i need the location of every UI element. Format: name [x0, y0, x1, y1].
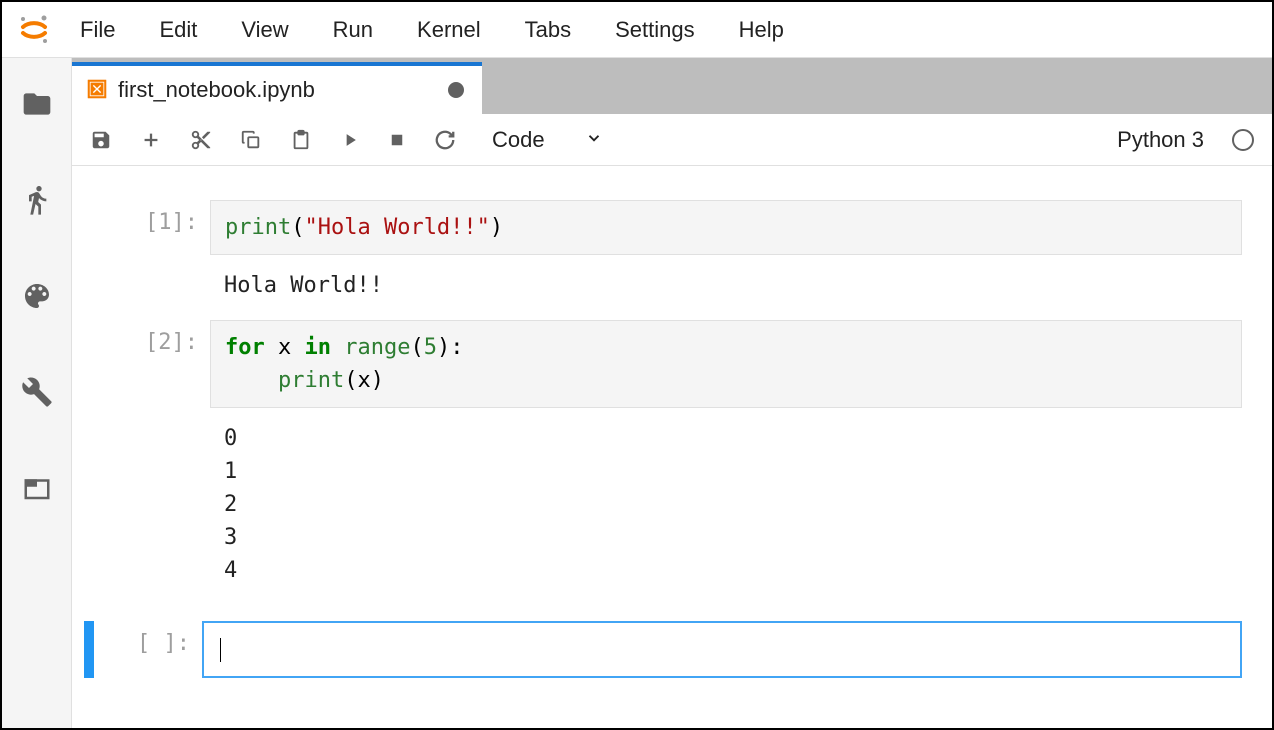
menu-file[interactable]: File — [58, 2, 137, 57]
save-icon[interactable] — [90, 129, 112, 151]
notebook-tab[interactable]: first_notebook.ipynb — [72, 62, 482, 114]
palette-icon[interactable] — [19, 278, 55, 314]
cut-icon[interactable] — [190, 129, 212, 151]
tab-title: first_notebook.ipynb — [118, 77, 438, 103]
kernel-status-icon[interactable] — [1232, 129, 1254, 151]
menu-run[interactable]: Run — [311, 2, 395, 57]
celltype-label: Code — [492, 127, 545, 153]
code-input[interactable] — [202, 621, 1242, 678]
menu-help[interactable]: Help — [717, 2, 806, 57]
text-cursor — [220, 638, 221, 662]
content-area: first_notebook.ipynb — [72, 58, 1272, 728]
cell-prompt: [ ]: — [102, 621, 202, 678]
code-input[interactable]: print("Hola World!!") — [210, 200, 1242, 255]
code-input[interactable]: for x in range(5): print(x) — [210, 320, 1242, 408]
menu-kernel[interactable]: Kernel — [395, 2, 503, 57]
cell-body: for x in range(5): print(x)0 1 2 3 4 — [210, 320, 1242, 593]
kernel-name[interactable]: Python 3 — [1117, 127, 1204, 153]
cell-output: Hola World!! — [210, 255, 1242, 308]
cell-prompt: [1]: — [110, 200, 210, 308]
chevron-down-icon — [585, 127, 603, 153]
cell-output: 0 1 2 3 4 — [210, 408, 1242, 593]
folder-icon[interactable] — [19, 86, 55, 122]
wrench-icon[interactable] — [19, 374, 55, 410]
notebook-cell[interactable]: [1]:print("Hola World!!")Hola World!! — [102, 200, 1242, 308]
menu-tabs[interactable]: Tabs — [503, 2, 593, 57]
celltype-select[interactable]: Code — [492, 127, 603, 153]
jupyter-logo — [10, 13, 58, 47]
menu-view[interactable]: View — [219, 2, 310, 57]
menu-edit[interactable]: Edit — [137, 2, 219, 57]
menubar: File Edit View Run Kernel Tabs Settings … — [2, 2, 1272, 58]
interrupt-icon[interactable] — [388, 131, 406, 149]
run-cell-icon[interactable] — [340, 130, 360, 150]
notebook-body[interactable]: [1]:print("Hola World!!")Hola World!![2]… — [72, 166, 1272, 728]
copy-icon[interactable] — [240, 129, 262, 151]
notebook-cell[interactable]: [2]:for x in range(5): print(x)0 1 2 3 4 — [102, 320, 1242, 593]
restart-icon[interactable] — [434, 129, 456, 151]
sidebar — [2, 58, 72, 728]
cell-body — [202, 621, 1242, 678]
menu-settings[interactable]: Settings — [593, 2, 717, 57]
tabs-icon[interactable] — [19, 470, 55, 506]
add-cell-icon[interactable] — [140, 129, 162, 151]
notebook-toolbar: Code Python 3 — [72, 114, 1272, 166]
paste-icon[interactable] — [290, 129, 312, 151]
cell-prompt: [2]: — [110, 320, 210, 593]
tabbar: first_notebook.ipynb — [72, 58, 1272, 114]
notebook-icon — [86, 78, 108, 103]
running-icon[interactable] — [19, 182, 55, 218]
cell-body: print("Hola World!!")Hola World!! — [210, 200, 1242, 308]
dirty-indicator-icon — [448, 82, 464, 98]
active-cell-marker — [84, 621, 94, 678]
notebook-cell[interactable]: [ ]: — [84, 621, 1242, 678]
